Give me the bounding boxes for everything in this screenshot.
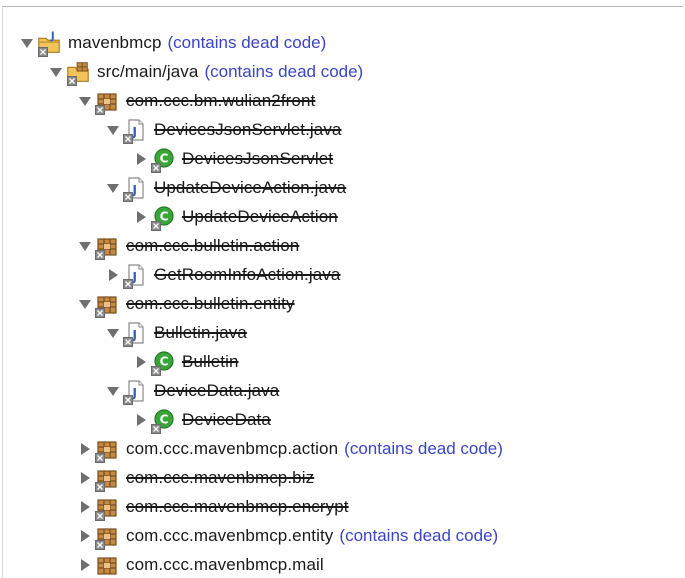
tree-node-label: com.ccc.mavenbmcp.action bbox=[126, 438, 339, 458]
tree-node-label: com.ccc.mavenbmcp.encrypt bbox=[126, 496, 349, 516]
tree-node-class[interactable]: UpdateDeviceAction bbox=[3, 202, 683, 231]
tree-node-java-file[interactable]: DevicesJsonServlet.java bbox=[3, 115, 683, 144]
tree-node-label: com.ccc.bulletin.entity bbox=[126, 293, 295, 313]
chevron-right-icon[interactable] bbox=[78, 471, 92, 485]
tree-node-label: com.ccc.mavenbmcp.biz bbox=[126, 467, 315, 487]
tree-node-package[interactable]: com.ccc.mavenbmcp.action (contains dead … bbox=[3, 434, 683, 463]
class-icon bbox=[150, 146, 176, 172]
tree-node-package[interactable]: com.ccc.bulletin.action bbox=[3, 231, 683, 260]
tree-node-label: Bulletin.java bbox=[154, 322, 247, 342]
tree-node-label: GetRoomInfoAction.java bbox=[154, 264, 341, 284]
tree-node-package[interactable]: com.ccc.mavenbmcp.entity (contains dead … bbox=[3, 521, 683, 550]
dead-code-note: (contains dead code) bbox=[339, 525, 499, 545]
tree-node-label: com.ccc.mavenbmcp.entity bbox=[126, 525, 334, 545]
java-project-icon bbox=[36, 30, 62, 56]
chevron-right-icon[interactable] bbox=[134, 413, 148, 427]
class-icon bbox=[150, 407, 176, 433]
dead-code-note: (contains dead code) bbox=[167, 32, 327, 52]
chevron-right-icon[interactable] bbox=[134, 355, 148, 369]
package-icon bbox=[94, 291, 120, 317]
java-file-icon bbox=[122, 117, 148, 143]
package-icon bbox=[94, 523, 120, 549]
package-icon bbox=[94, 552, 120, 578]
chevron-down-icon[interactable] bbox=[78, 94, 92, 108]
package-icon bbox=[94, 436, 120, 462]
package-icon bbox=[94, 465, 120, 491]
tree-node-label: DevicesJsonServlet bbox=[182, 148, 334, 168]
tree-node-label: DeviceData.java bbox=[154, 380, 280, 400]
java-file-icon bbox=[122, 320, 148, 346]
tree-node-project[interactable]: mavenbmcp (contains dead code) bbox=[3, 28, 683, 57]
chevron-down-icon[interactable] bbox=[49, 65, 63, 79]
class-icon bbox=[150, 204, 176, 230]
chevron-right-icon[interactable] bbox=[78, 442, 92, 456]
tree-node-label: mavenbmcp bbox=[68, 32, 162, 52]
package-icon bbox=[94, 88, 120, 114]
tree-node-package[interactable]: com.ccc.mavenbmcp.encrypt bbox=[3, 492, 683, 521]
package-icon bbox=[94, 494, 120, 520]
tree-node-java-file[interactable]: UpdateDeviceAction.java bbox=[3, 173, 683, 202]
chevron-right-icon[interactable] bbox=[78, 500, 92, 514]
java-file-icon bbox=[122, 175, 148, 201]
chevron-right-icon[interactable] bbox=[134, 152, 148, 166]
package-explorer-panel: mavenbmcp (contains dead code) src/main/… bbox=[2, 6, 683, 578]
tree-node-label: UpdateDeviceAction.java bbox=[154, 177, 347, 197]
chevron-right-icon[interactable] bbox=[134, 210, 148, 224]
tree-node-label: DevicesJsonServlet.java bbox=[154, 119, 342, 139]
chevron-down-icon[interactable] bbox=[106, 123, 120, 137]
java-file-icon bbox=[122, 378, 148, 404]
chevron-down-icon[interactable] bbox=[78, 239, 92, 253]
tree-node-package[interactable]: com.ccc.mavenbmcp.biz bbox=[3, 463, 683, 492]
dead-code-note: (contains dead code) bbox=[344, 438, 503, 458]
tree-node-java-file[interactable]: DeviceData.java bbox=[3, 376, 683, 405]
tree-node-label: UpdateDeviceAction bbox=[182, 206, 338, 226]
tree-node-label: com.ccc.bulletin.action bbox=[126, 235, 300, 255]
project-tree: mavenbmcp (contains dead code) src/main/… bbox=[3, 28, 683, 578]
chevron-down-icon[interactable] bbox=[20, 36, 34, 50]
tree-node-java-file[interactable]: Bulletin.java bbox=[3, 318, 683, 347]
chevron-right-icon[interactable] bbox=[78, 529, 92, 543]
chevron-down-icon[interactable] bbox=[106, 326, 120, 340]
chevron-down-icon[interactable] bbox=[106, 181, 120, 195]
chevron-right-icon[interactable] bbox=[106, 268, 120, 282]
dead-code-note: (contains dead code) bbox=[204, 61, 364, 81]
tree-node-package[interactable]: com.ccc.bm.wulian2front bbox=[3, 86, 683, 115]
class-icon bbox=[150, 349, 176, 375]
tree-node-java-file[interactable]: GetRoomInfoAction.java bbox=[3, 260, 683, 289]
chevron-down-icon[interactable] bbox=[106, 384, 120, 398]
package-icon bbox=[94, 233, 120, 259]
java-file-icon bbox=[122, 262, 148, 288]
chevron-right-icon[interactable] bbox=[78, 558, 92, 572]
tree-node-label: DeviceData bbox=[182, 409, 271, 429]
tree-node-label: com.ccc.mavenbmcp.mail bbox=[126, 554, 324, 574]
chevron-down-icon[interactable] bbox=[78, 297, 92, 311]
tree-node-class[interactable]: DeviceData bbox=[3, 405, 683, 434]
tree-node-label: Bulletin bbox=[182, 351, 239, 371]
tree-node-label: com.ccc.bm.wulian2front bbox=[126, 90, 316, 110]
tree-node-source-folder[interactable]: src/main/java (contains dead code) bbox=[3, 57, 683, 86]
tree-node-package[interactable]: com.ccc.bulletin.entity bbox=[3, 289, 683, 318]
tree-node-label: src/main/java bbox=[97, 61, 199, 81]
tree-node-package[interactable]: com.ccc.mavenbmcp.mail bbox=[3, 550, 683, 578]
tree-node-class[interactable]: Bulletin bbox=[3, 347, 683, 376]
tree-node-class[interactable]: DevicesJsonServlet bbox=[3, 144, 683, 173]
source-folder-icon bbox=[65, 59, 91, 85]
